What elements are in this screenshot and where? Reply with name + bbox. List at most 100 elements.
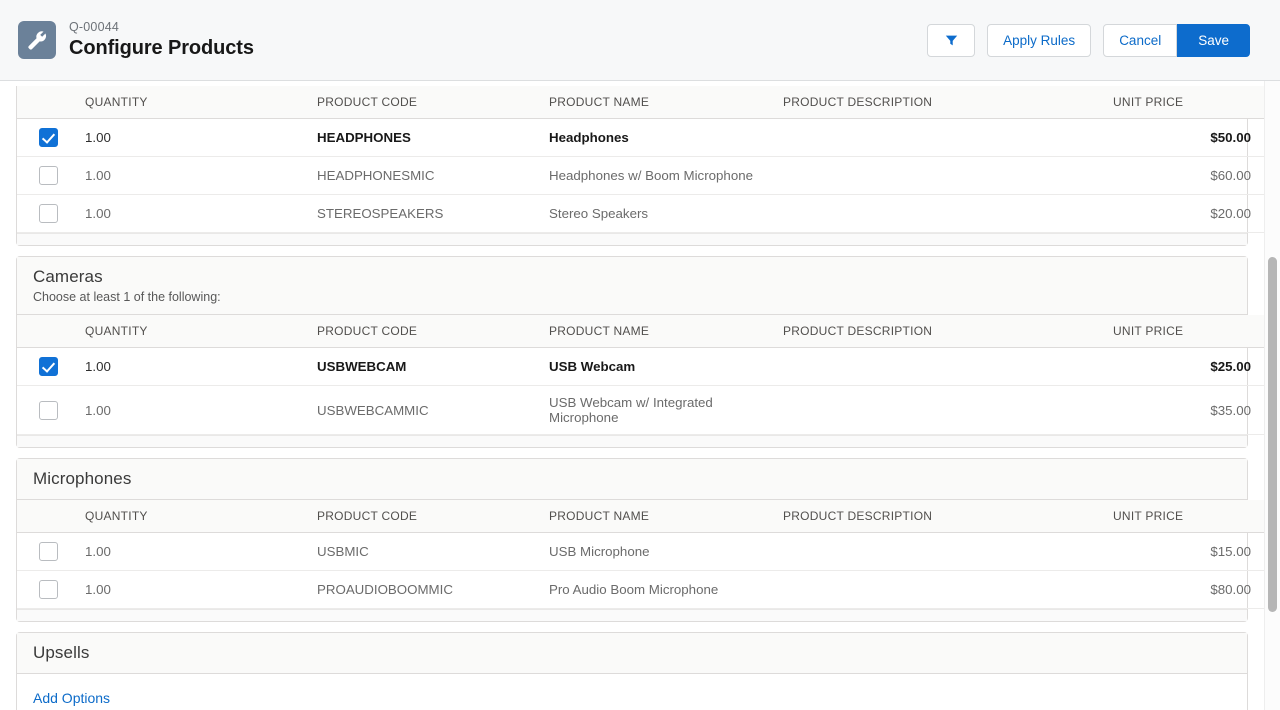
column-header-product-description: PRODUCT DESCRIPTION — [775, 86, 1105, 119]
cell-product-description — [775, 570, 1105, 609]
cell-quantity: 1.00 — [77, 570, 309, 609]
cell-quantity: 1.00 — [77, 347, 309, 386]
column-header-unit-price: UNIT PRICE — [1105, 500, 1264, 533]
page-header: Q-00044 Configure Products Apply Rules C… — [0, 0, 1280, 81]
cell-product-name: Headphones w/ Boom Microphone — [541, 156, 775, 195]
cell-quantity: 1.00 — [77, 385, 309, 435]
audio-section-clipped: QUANTITY PRODUCT CODE PRODUCT NAME PRODUCT … — [16, 86, 1264, 246]
section-header: Microphones — [17, 459, 1247, 500]
column-header-select — [17, 315, 77, 348]
column-header-product-description: PRODUCT DESCRIPTION — [775, 500, 1105, 533]
row-select-cell[interactable] — [17, 347, 77, 386]
cell-product-name: Stereo Speakers — [541, 194, 775, 233]
section-title: Microphones — [33, 469, 132, 488]
column-header-product-code: PRODUCT CODE — [309, 500, 541, 533]
add-options-button[interactable]: Add Options — [33, 690, 110, 706]
cell-product-code: USBMIC — [309, 532, 541, 571]
table-row[interactable]: 1.00 HEADPHONES Headphones $50.00 — [17, 118, 1264, 157]
cell-product-name: USB Microphone — [541, 532, 775, 571]
cell-product-name: USB Webcam — [541, 347, 775, 386]
save-button[interactable]: Save — [1177, 23, 1250, 57]
table-row[interactable]: 1.00 USBMIC USB Microphone $15.00 — [17, 532, 1264, 571]
product-options-table: QUANTITY PRODUCT CODE PRODUCT NAME PRODUCT … — [17, 315, 1264, 435]
table-row[interactable]: 1.00 HEADPHONESMIC Headphones w/ Boom Micr… — [17, 156, 1264, 195]
filter-button[interactable] — [927, 23, 976, 57]
cell-unit-price: $35.00 — [1105, 385, 1264, 435]
cell-product-description — [775, 347, 1105, 386]
upsells-section: Upsells Add Options — [16, 632, 1248, 710]
table-header-row: QUANTITY PRODUCT CODE PRODUCT NAME PRODUCT … — [17, 315, 1264, 348]
table-header-row: QUANTITY PRODUCT CODE PRODUCT NAME PRODUCT … — [17, 86, 1264, 119]
column-header-product-description: PRODUCT DESCRIPTION — [775, 315, 1105, 348]
cell-unit-price: $15.00 — [1105, 532, 1264, 571]
cell-quantity: 1.00 — [77, 194, 309, 233]
cameras-section: Cameras Choose at least 1 of the followin… — [16, 256, 1264, 448]
row-checkbox[interactable] — [39, 166, 58, 185]
cell-product-description — [775, 118, 1105, 157]
row-checkbox[interactable] — [39, 580, 58, 599]
row-select-cell[interactable] — [17, 156, 77, 195]
cell-unit-price: $50.00 — [1105, 118, 1264, 157]
row-select-cell[interactable] — [17, 570, 77, 609]
column-header-quantity: QUANTITY — [77, 315, 309, 348]
cell-product-description — [775, 532, 1105, 571]
table-row[interactable]: 1.00 USBWEBCAMMIC USB Webcam w/ Integrated… — [17, 385, 1264, 435]
row-select-cell[interactable] — [17, 194, 77, 233]
cell-unit-price: $20.00 — [1105, 194, 1264, 233]
cell-product-name: Pro Audio Boom Microphone — [541, 570, 775, 609]
cancel-button[interactable]: Cancel — [1103, 23, 1178, 57]
row-select-cell[interactable] — [17, 385, 77, 435]
product-options-table: QUANTITY PRODUCT CODE PRODUCT NAME PRODUCT … — [17, 500, 1264, 609]
microphones-section: Microphones QUANTITY PRODUCT CODE PRODUCT N… — [16, 458, 1264, 622]
column-header-product-name: PRODUCT NAME — [541, 500, 775, 533]
cell-unit-price: $60.00 — [1105, 156, 1264, 195]
column-header-unit-price: UNIT PRICE — [1105, 86, 1264, 119]
product-options-table: QUANTITY PRODUCT CODE PRODUCT NAME PRODUCT … — [17, 86, 1264, 233]
configurator-body: QUANTITY PRODUCT CODE PRODUCT NAME PRODUCT … — [0, 81, 1280, 710]
row-select-cell[interactable] — [17, 532, 77, 571]
cell-unit-price: $80.00 — [1105, 570, 1264, 609]
card-footer-strip — [17, 609, 1247, 621]
section-header: Cameras Choose at least 1 of the followin… — [17, 257, 1247, 315]
column-header-product-code: PRODUCT CODE — [309, 86, 541, 119]
cell-quantity: 1.00 — [77, 118, 309, 157]
title-block: Q-00044 Configure Products — [69, 20, 254, 59]
header-left: Q-00044 Configure Products — [18, 20, 254, 59]
header-actions: Apply Rules Cancel Save — [927, 23, 1250, 57]
cell-product-description — [775, 385, 1105, 435]
row-checkbox[interactable] — [39, 204, 58, 223]
column-header-quantity: QUANTITY — [77, 500, 309, 533]
section-subtitle: Choose at least 1 of the following: — [33, 290, 221, 304]
upsells-body: Add Options — [17, 674, 1247, 710]
column-header-quantity: QUANTITY — [77, 86, 309, 119]
vertical-scrollbar[interactable] — [1264, 81, 1280, 710]
vertical-scrollbar-thumb[interactable] — [1268, 257, 1277, 612]
card-footer-strip — [17, 233, 1247, 245]
table-row[interactable]: 1.00 USBWEBCAM USB Webcam $25.00 — [17, 347, 1264, 386]
table-row[interactable]: 1.00 STEREOSPEAKERS Stereo Speakers $20.00 — [17, 194, 1264, 233]
cell-product-code: HEADPHONES — [309, 118, 541, 157]
row-checkbox[interactable] — [39, 542, 58, 561]
cell-product-name: USB Webcam w/ Integrated Microphone — [541, 385, 775, 435]
card-footer-strip — [17, 435, 1247, 447]
cell-quantity: 1.00 — [77, 156, 309, 195]
row-checkbox[interactable] — [39, 400, 58, 420]
row-select-cell[interactable] — [17, 118, 77, 157]
cell-product-description — [775, 194, 1105, 233]
cell-product-description — [775, 156, 1105, 195]
cell-product-code: PROAUDIOBOOMMIC — [309, 570, 541, 609]
row-checkbox-checked[interactable] — [39, 357, 58, 376]
cancel-save-button-group: Cancel Save — [1103, 23, 1250, 57]
apply-rules-button[interactable]: Apply Rules — [987, 23, 1092, 57]
table-row[interactable]: 1.00 PROAUDIOBOOMMIC Pro Audio Boom Microp… — [17, 570, 1264, 609]
column-header-product-code: PRODUCT CODE — [309, 315, 541, 348]
row-checkbox-checked[interactable] — [39, 128, 58, 147]
cell-product-name: Headphones — [541, 118, 775, 157]
wrench-icon — [18, 21, 56, 59]
column-header-product-name: PRODUCT NAME — [541, 86, 775, 119]
product-sections-scroll-area: QUANTITY PRODUCT CODE PRODUCT NAME PRODUCT … — [0, 81, 1264, 710]
cell-quantity: 1.00 — [77, 532, 309, 571]
cell-product-code: HEADPHONESMIC — [309, 156, 541, 195]
section-header: Upsells — [17, 633, 1247, 674]
page-title: Configure Products — [69, 36, 254, 59]
